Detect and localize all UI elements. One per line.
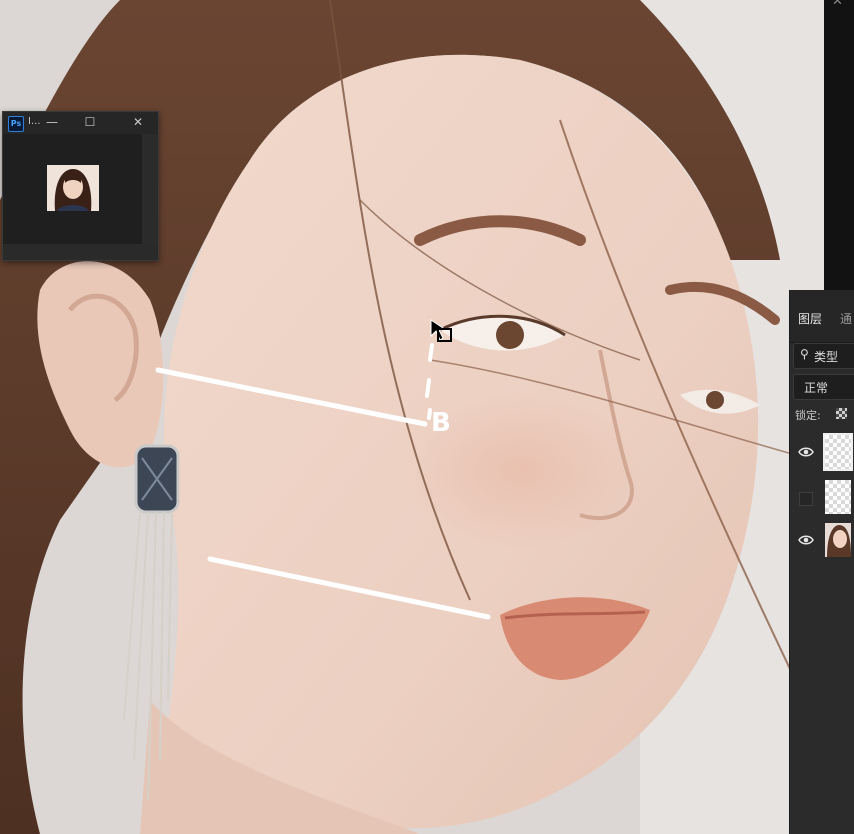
tab-channels[interactable]: 通 xyxy=(840,310,852,327)
preview-window-titlebar[interactable]: Ps I... — ☐ ✕ xyxy=(3,112,158,134)
minimize-button[interactable]: — xyxy=(45,115,59,129)
annotation-letter: B xyxy=(431,408,451,438)
layer-thumbnail xyxy=(825,480,851,514)
right-dock-strip: ✕ xyxy=(824,0,854,290)
layers-panel: 图层 通 ⚲ 类型 正常 锁定: xyxy=(789,290,854,834)
layer-row-1[interactable] xyxy=(790,431,854,475)
layer-row-3[interactable] xyxy=(790,519,854,563)
preview-horizontal-scrollbar[interactable] xyxy=(3,244,158,260)
tab-layers[interactable]: 图层 xyxy=(798,310,822,327)
layer-row-2[interactable] xyxy=(790,476,854,520)
visibility-off-box[interactable] xyxy=(799,492,813,506)
close-button[interactable]: ✕ xyxy=(131,115,145,129)
dock-close-icon[interactable]: ✕ xyxy=(832,0,843,9)
lock-transparency-icon[interactable] xyxy=(836,408,847,419)
search-icon: ⚲ xyxy=(800,347,809,361)
photoshop-app-icon: Ps xyxy=(8,116,24,132)
layer-filter-select[interactable]: ⚲ 类型 xyxy=(793,343,854,369)
eye-icon[interactable] xyxy=(798,446,814,458)
filter-kind-label: 类型 xyxy=(814,350,839,364)
preview-thumbnail xyxy=(47,165,99,211)
blend-mode-select[interactable]: 正常 xyxy=(793,374,854,400)
preview-window-title: I... xyxy=(28,116,41,127)
layer-thumbnail xyxy=(823,433,853,471)
blend-mode-value: 正常 xyxy=(804,381,829,395)
photo-layer-thumbnail xyxy=(825,523,851,557)
navigator-preview-window[interactable]: Ps I... — ☐ ✕ xyxy=(2,111,159,261)
eye-icon[interactable] xyxy=(798,534,814,546)
layers-panel-tabs: 图层 通 xyxy=(790,290,854,343)
preview-vertical-scrollbar[interactable] xyxy=(142,134,158,260)
lock-label: 锁定: xyxy=(795,409,821,422)
maximize-button[interactable]: ☐ xyxy=(83,115,97,129)
